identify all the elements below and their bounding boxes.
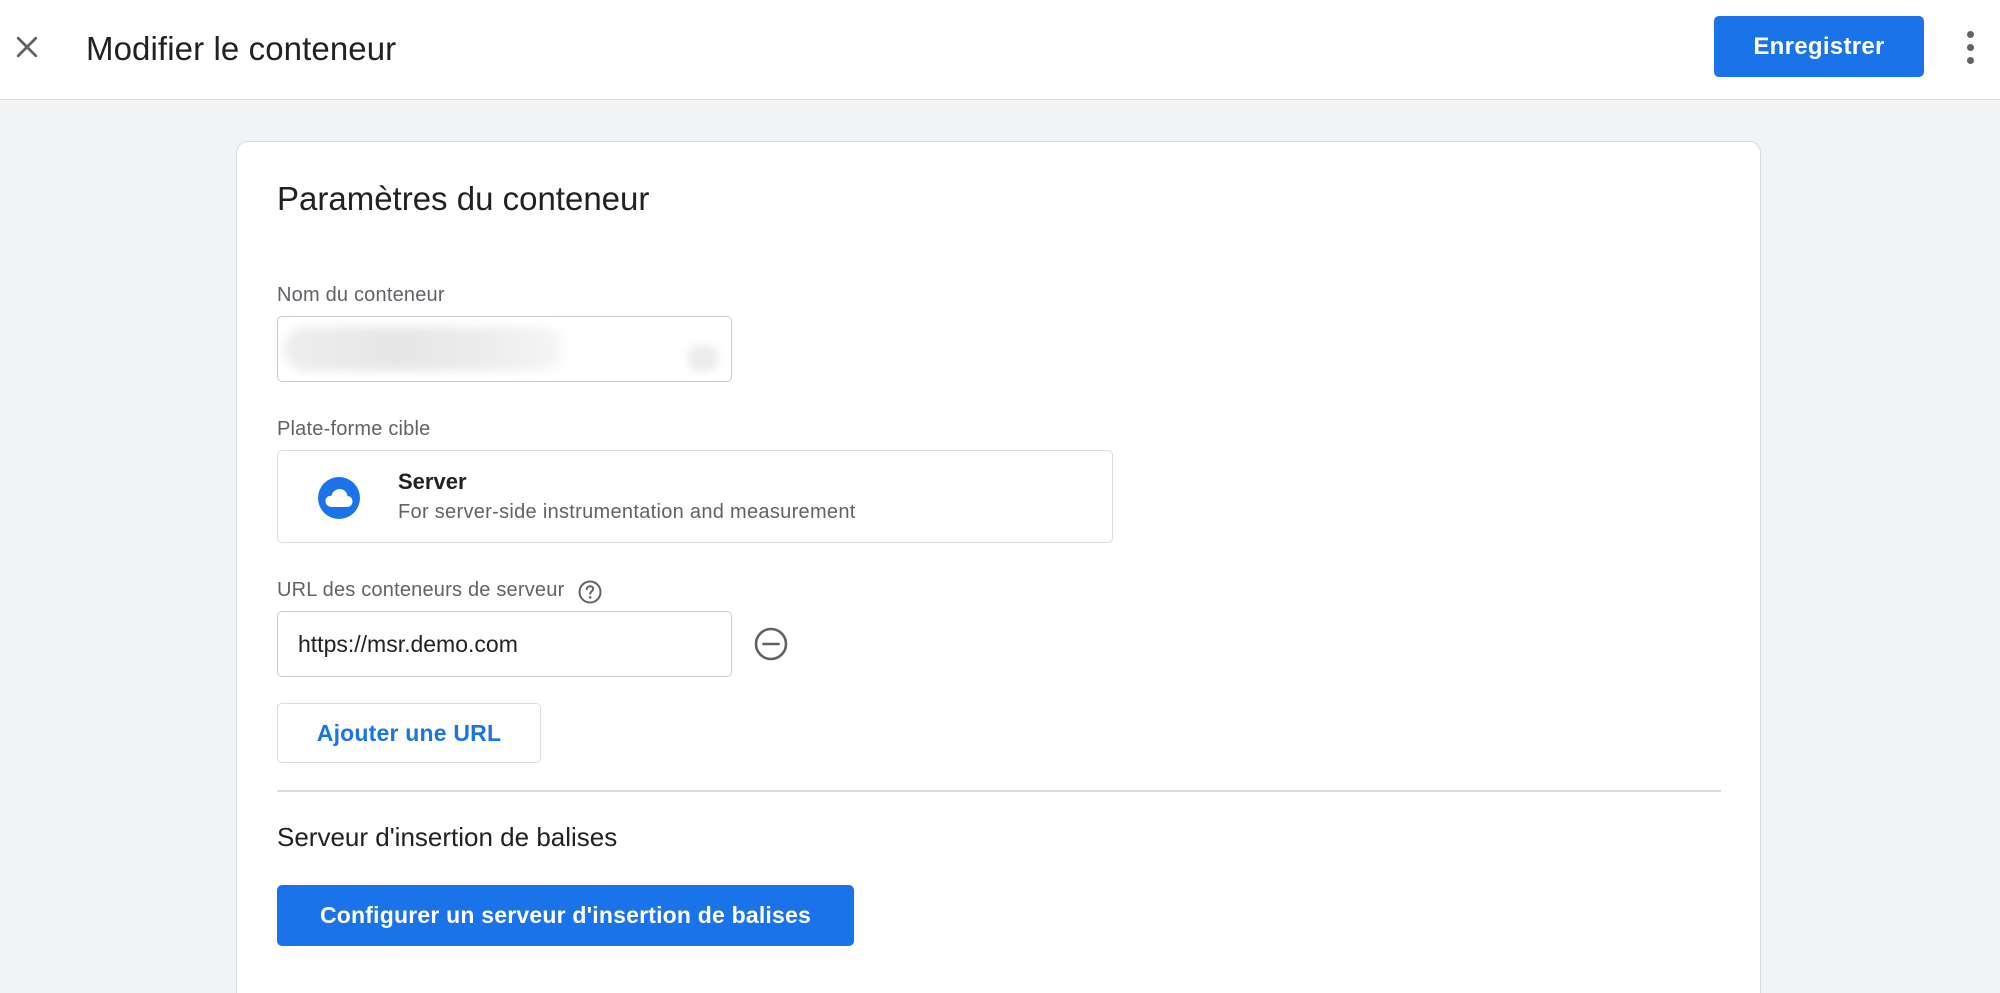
top-app-bar: Modifier le conteneur Enregistrer xyxy=(0,0,2000,100)
remove-circle-icon[interactable] xyxy=(753,626,789,662)
container-name-input[interactable] xyxy=(277,316,732,382)
cloud-icon xyxy=(318,477,360,519)
platform-name: Server xyxy=(398,469,467,494)
target-platform-option[interactable]: Server For server-side instrumentation a… xyxy=(277,450,1113,543)
more-vert-icon xyxy=(1966,30,1974,38)
card-title: Paramètres du conteneur xyxy=(277,180,650,217)
more-options-button[interactable] xyxy=(1956,22,1984,72)
divider xyxy=(277,790,1721,792)
container-settings-card: Paramètres du conteneur Nom du conteneur… xyxy=(236,141,1761,993)
tagging-server-title: Serveur d'insertion de balises xyxy=(277,822,618,852)
help-icon[interactable] xyxy=(577,579,603,605)
server-url-input[interactable]: https://msr.demo.com xyxy=(277,611,732,677)
configure-tagging-server-button[interactable]: Configurer un serveur d'insertion de bal… xyxy=(277,885,854,946)
blurred-container-name xyxy=(284,327,564,371)
save-button[interactable]: Enregistrer xyxy=(1714,16,1924,77)
page-title: Modifier le conteneur xyxy=(86,30,397,67)
close-icon xyxy=(16,36,38,58)
add-url-button[interactable]: Ajouter une URL xyxy=(277,703,541,763)
target-platform-label: Plate-forme cible xyxy=(277,418,431,440)
close-button[interactable] xyxy=(8,28,46,66)
server-urls-label: URL des conteneurs de serveur xyxy=(277,579,565,601)
platform-description: For server-side instrumentation and meas… xyxy=(398,501,856,523)
container-name-label: Nom du conteneur xyxy=(277,284,445,306)
